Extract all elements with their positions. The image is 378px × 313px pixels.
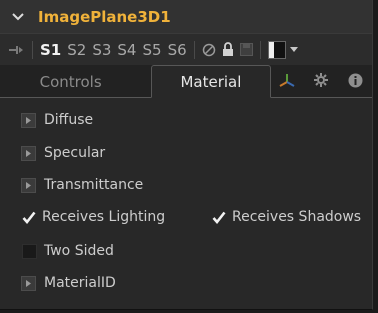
tab-transform[interactable] [271, 67, 305, 97]
dropdown-arrow-icon[interactable] [289, 47, 298, 52]
section-diffuse[interactable]: Diffuse [0, 108, 93, 132]
section-material-id[interactable]: MaterialID [0, 271, 116, 295]
section-transmittance[interactable]: Transmittance [0, 173, 143, 197]
gear-icon [313, 72, 329, 92]
slot-s3-button[interactable]: S3 [92, 41, 111, 59]
inspector-panel: ImagePlane3D1 S1 S2 S3 S4 S5 S6 Controls… [0, 0, 373, 310]
slot-s5-button[interactable]: S5 [142, 41, 161, 59]
slot-s4-button[interactable]: S4 [117, 41, 136, 59]
slot-s2-button[interactable]: S2 [67, 41, 86, 59]
section-label: MaterialID [44, 275, 116, 291]
section-specular[interactable]: Specular [0, 141, 105, 165]
axis-icon [278, 72, 296, 92]
section-label: Diffuse [44, 112, 94, 128]
node-title: ImagePlane3D1 [38, 7, 171, 26]
tab-settings[interactable] [304, 67, 338, 97]
expand-icon[interactable] [21, 177, 36, 193]
expand-icon[interactable] [21, 112, 36, 128]
lock-icon[interactable] [222, 42, 234, 57]
node-title-bar[interactable]: ImagePlane3D1 [0, 0, 372, 33]
expand-icon[interactable] [21, 145, 36, 161]
save-icon[interactable] [239, 43, 253, 56]
checkbox-label: Two Sided [44, 243, 114, 259]
receives-shadows-checkbox[interactable]: Receives Shadows [190, 205, 361, 229]
slot-s6-button[interactable]: S6 [168, 41, 187, 59]
tab-material[interactable]: Material [151, 65, 271, 98]
info-icon [348, 73, 363, 92]
toolbar-divider [193, 40, 195, 59]
pin-icon[interactable] [8, 44, 28, 56]
section-label: Specular [44, 145, 106, 161]
toolbar-divider [32, 40, 33, 59]
checkmark-icon[interactable] [21, 210, 36, 225]
color-swatch-icon[interactable] [267, 40, 286, 59]
receives-lighting-checkbox[interactable]: Receives Lighting [0, 205, 165, 229]
checkbox-label: Receives Lighting [42, 209, 166, 225]
expand-icon[interactable] [21, 275, 36, 291]
toolbar-divider [259, 40, 261, 59]
slot-s1-button[interactable]: S1 [40, 41, 61, 59]
section-label: Transmittance [44, 177, 144, 193]
inspector-tabs: Controls Material [0, 65, 372, 98]
tab-controls[interactable]: Controls [12, 67, 129, 97]
two-sided-checkbox[interactable]: Two Sided [0, 239, 114, 263]
version-toolbar: S1 S2 S3 S4 S5 S6 [0, 33, 372, 66]
unchecked-box-icon[interactable] [22, 243, 37, 259]
chevron-down-icon[interactable] [10, 9, 26, 25]
checkbox-label: Receives Shadows [232, 209, 362, 225]
tab-info[interactable] [338, 67, 372, 97]
checkmark-icon[interactable] [211, 210, 226, 225]
disable-icon[interactable] [202, 43, 216, 57]
